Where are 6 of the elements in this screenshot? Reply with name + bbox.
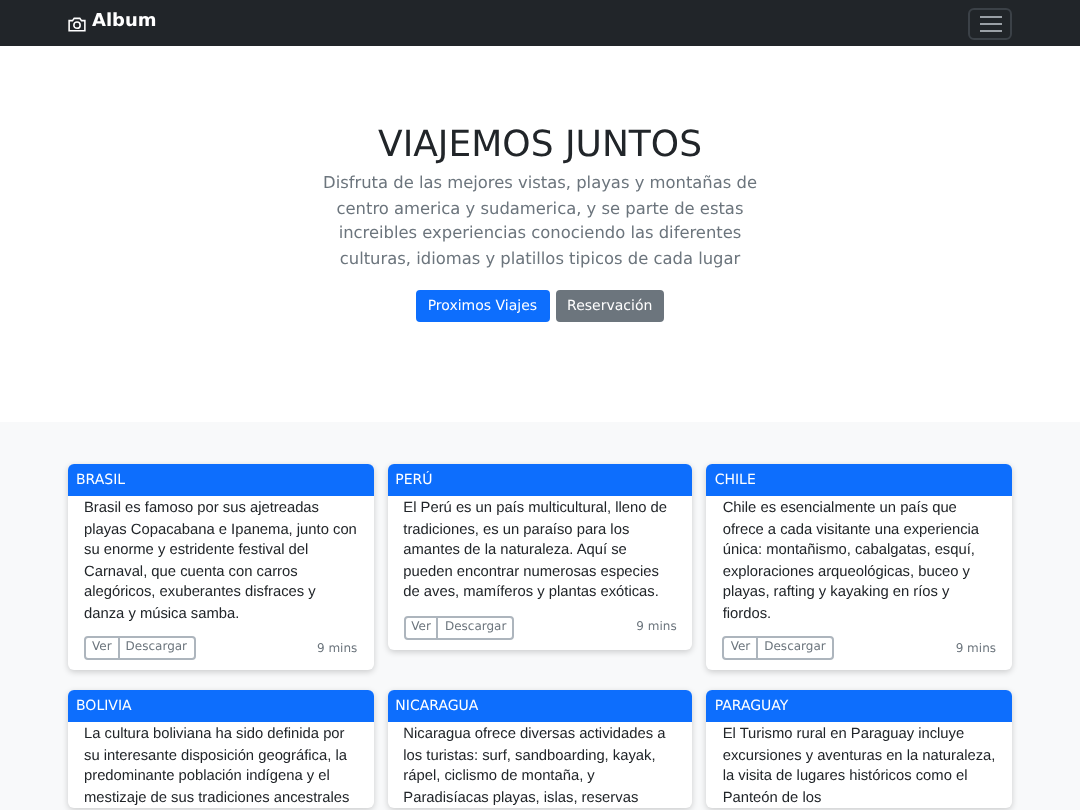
menu-button[interactable]: [968, 7, 1012, 39]
hero-text: Disfruta de las mejores vistas, playas y montañas de centro america y sudamerica, y se parte de estas increibles experiencias conociendo las diferentes culturas, idiomas y platillos tipicos de cada lugar: [321, 170, 759, 270]
menu-icon: [979, 15, 1001, 31]
camera-icon: [68, 15, 86, 31]
brand-title[interactable]: Album: [92, 9, 157, 37]
hero-title: VIAJEMOS JUNTOS: [378, 124, 702, 168]
